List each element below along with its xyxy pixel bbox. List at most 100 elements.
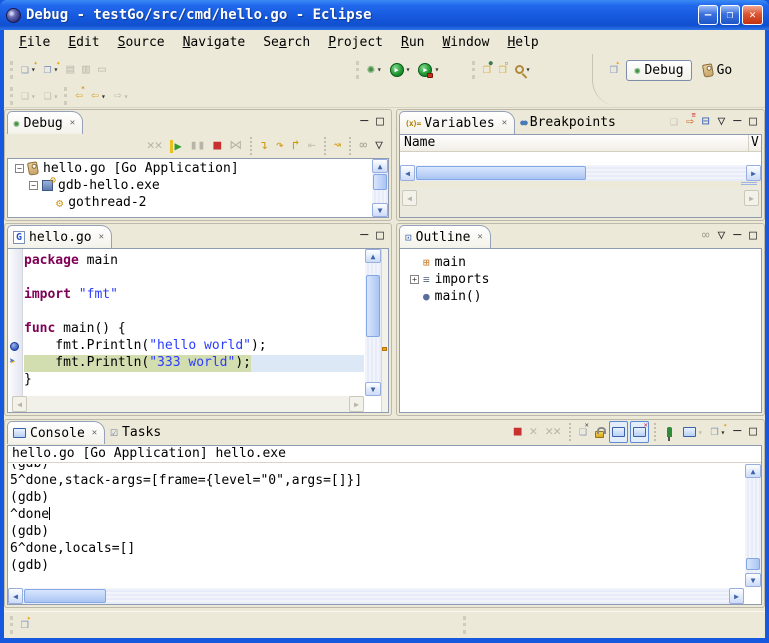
view-menu-icon[interactable]: ▽ [372,135,386,157]
maximize-icon[interactable]: □ [746,421,760,443]
variables-hscrollbar[interactable]: ◀ ▶ [400,165,761,181]
tab-tasks[interactable]: ☑Tasks [105,421,168,444]
tree-expander-icon[interactable]: − [15,164,24,173]
toolbar-grip[interactable] [10,87,13,105]
tab-debug[interactable]: ✺ Debug ✕ [7,111,83,134]
console-vscrollbar[interactable]: ▲ ▼ [745,464,761,587]
show-logical-structure-icon[interactable]: ❏ [667,111,681,133]
scroll-down-arrow[interactable]: ▼ [365,382,381,396]
tab-outline[interactable]: ⊡ Outline ✕ [399,225,491,248]
scroll-right-arrow[interactable]: ▶ [349,396,364,412]
variables-empty-row[interactable] [400,152,761,165]
tab-breakpoints[interactable]: ●●Breakpoints [515,111,623,134]
save-icon[interactable]: ▤ [63,59,77,81]
dropdown-arrow-icon[interactable]: ▾ [698,428,703,437]
minimize-icon[interactable]: ─ [730,225,744,247]
scroll-down-arrow[interactable]: ▼ [745,573,761,587]
debug-tree-scrollbar[interactable]: ▲ ▼ [372,159,388,217]
show-stderr-icon[interactable]: ✕ [630,421,649,443]
tree-expander-icon[interactable]: − [29,181,38,190]
breakpoint-icon[interactable] [10,342,19,351]
pin-console-icon[interactable] [661,421,678,443]
debug-tree[interactable]: −hello.go [Go Application]−gdb-hello.exe… [7,158,389,218]
toolbar-grip[interactable] [10,61,13,79]
suspend-icon[interactable]: ▮▮ [187,135,209,157]
editor-overview-ruler[interactable] [381,249,388,412]
dropdown-arrow-icon[interactable]: ▾ [526,65,531,74]
minimize-icon[interactable]: ─ [357,111,371,133]
tab-hello-go[interactable]: G hello.go ✕ [7,225,112,248]
external-tools-icon[interactable]: ▶▾ [415,59,442,81]
maximize-icon[interactable]: □ [746,225,760,247]
step-return-icon[interactable]: ↱ [289,135,303,157]
scroll-right-arrow[interactable]: ▶ [746,165,761,181]
perspective-go[interactable]: Go [696,61,740,80]
last-edit-location-icon[interactable]: ⇦* [72,85,86,107]
open-type-icon[interactable]: ❒● [480,59,494,81]
scroll-left-arrow[interactable]: ◀ [8,588,23,604]
scroll-left-arrow[interactable]: ◀ [12,396,27,412]
close-icon[interactable]: ✕ [92,428,97,438]
title-bar[interactable]: Debug - testGo/src/cmd/hello.go - Eclips… [0,0,769,30]
toolbar-grip[interactable] [64,87,67,105]
outline-item-main[interactable]: ⊞main [400,254,761,271]
outline-body[interactable]: ⊞main+≡imports●main() [399,248,762,413]
toolbar-grip[interactable] [472,61,475,79]
overview-marker[interactable] [382,347,387,351]
tab-variables[interactable]: (x)=Variables✕ [399,111,515,134]
display-selected-console-icon[interactable]: ▾ [680,421,706,443]
terminate-icon[interactable]: ■ [511,421,525,443]
search-icon[interactable]: ▾ [512,59,534,81]
dropdown-arrow-icon[interactable]: ▾ [101,92,106,101]
maximize-icon[interactable]: □ [746,111,760,133]
outline-item-main[interactable]: ●main() [400,288,761,305]
next-annotation-icon[interactable]: ❑▾ [18,85,39,107]
open-perspective-icon[interactable]: ❒✦ [607,59,621,81]
editor-hscrollbar[interactable]: ◀ ▶ [12,396,364,412]
menu-search[interactable]: Search [254,33,319,52]
scroll-thumb[interactable] [373,174,387,190]
new-wizard-icon[interactable]: ❏✦▾ [18,59,39,81]
tree-expander-icon[interactable]: + [410,275,419,284]
dropdown-arrow-icon[interactable]: ▾ [434,65,439,74]
scroll-down-arrow[interactable]: ▼ [372,203,388,217]
minimize-icon[interactable]: ─ [730,111,744,133]
scroll-thumb[interactable] [366,275,380,337]
scroll-lock-icon[interactable] [592,421,607,443]
terminate-icon[interactable]: ■ [210,135,224,157]
remove-all-terminated-icon[interactable]: ✕✕ [144,135,166,157]
scroll-thumb[interactable] [746,558,760,570]
view-menu-icon[interactable]: ▽ [715,111,729,133]
step-into-icon[interactable]: ↴ [257,135,271,157]
console-output[interactable]: (gdb)5^done,stack-args=[frame={level="0"… [10,464,743,587]
column-name[interactable]: Name [400,135,749,151]
close-icon[interactable]: ✕ [477,232,482,242]
dropdown-arrow-icon[interactable]: ▾ [377,65,382,74]
menu-help[interactable]: Help [498,33,547,52]
remove-launch-icon[interactable]: ✕ [527,421,541,443]
tree-row[interactable]: ⚙gothread-2 [9,194,371,211]
show-stdout-icon[interactable] [609,421,628,443]
scroll-thumb[interactable] [24,589,106,603]
new-file-icon[interactable]: ❐✦▾ [41,59,62,81]
drop-to-frame-icon[interactable]: ⇤ [305,135,319,157]
view-menu-icon[interactable]: ▽ [715,225,729,247]
dropdown-arrow-icon[interactable]: ▾ [31,92,36,101]
scroll-thumb[interactable] [416,166,586,180]
dropdown-arrow-icon[interactable]: ▾ [53,92,58,101]
console-hscrollbar[interactable]: ◀ ▶ [8,588,744,604]
editor-vscrollbar[interactable]: ▲ ▼ [365,249,381,396]
maximize-icon[interactable]: □ [373,225,387,247]
clear-console-icon[interactable]: ❑✕ [576,421,590,443]
previous-annotation-icon[interactable]: ❑▾ [41,85,62,107]
scroll-left-arrow[interactable]: ◀ [400,165,415,181]
menu-project[interactable]: Project [319,33,392,52]
forward-icon[interactable]: ⇨▾ [111,85,132,107]
code-area[interactable]: package mainimport "fmt"func main() { fm… [24,249,364,412]
open-resource-icon[interactable]: ❒▫ [496,59,510,81]
step-over-icon[interactable]: ↷ [273,135,287,157]
tab-console[interactable]: Console✕ [7,421,105,444]
menu-file[interactable]: File [10,33,59,52]
open-console-icon[interactable]: ❒✦▾ [708,421,729,443]
menu-navigate[interactable]: Navigate [174,33,255,52]
